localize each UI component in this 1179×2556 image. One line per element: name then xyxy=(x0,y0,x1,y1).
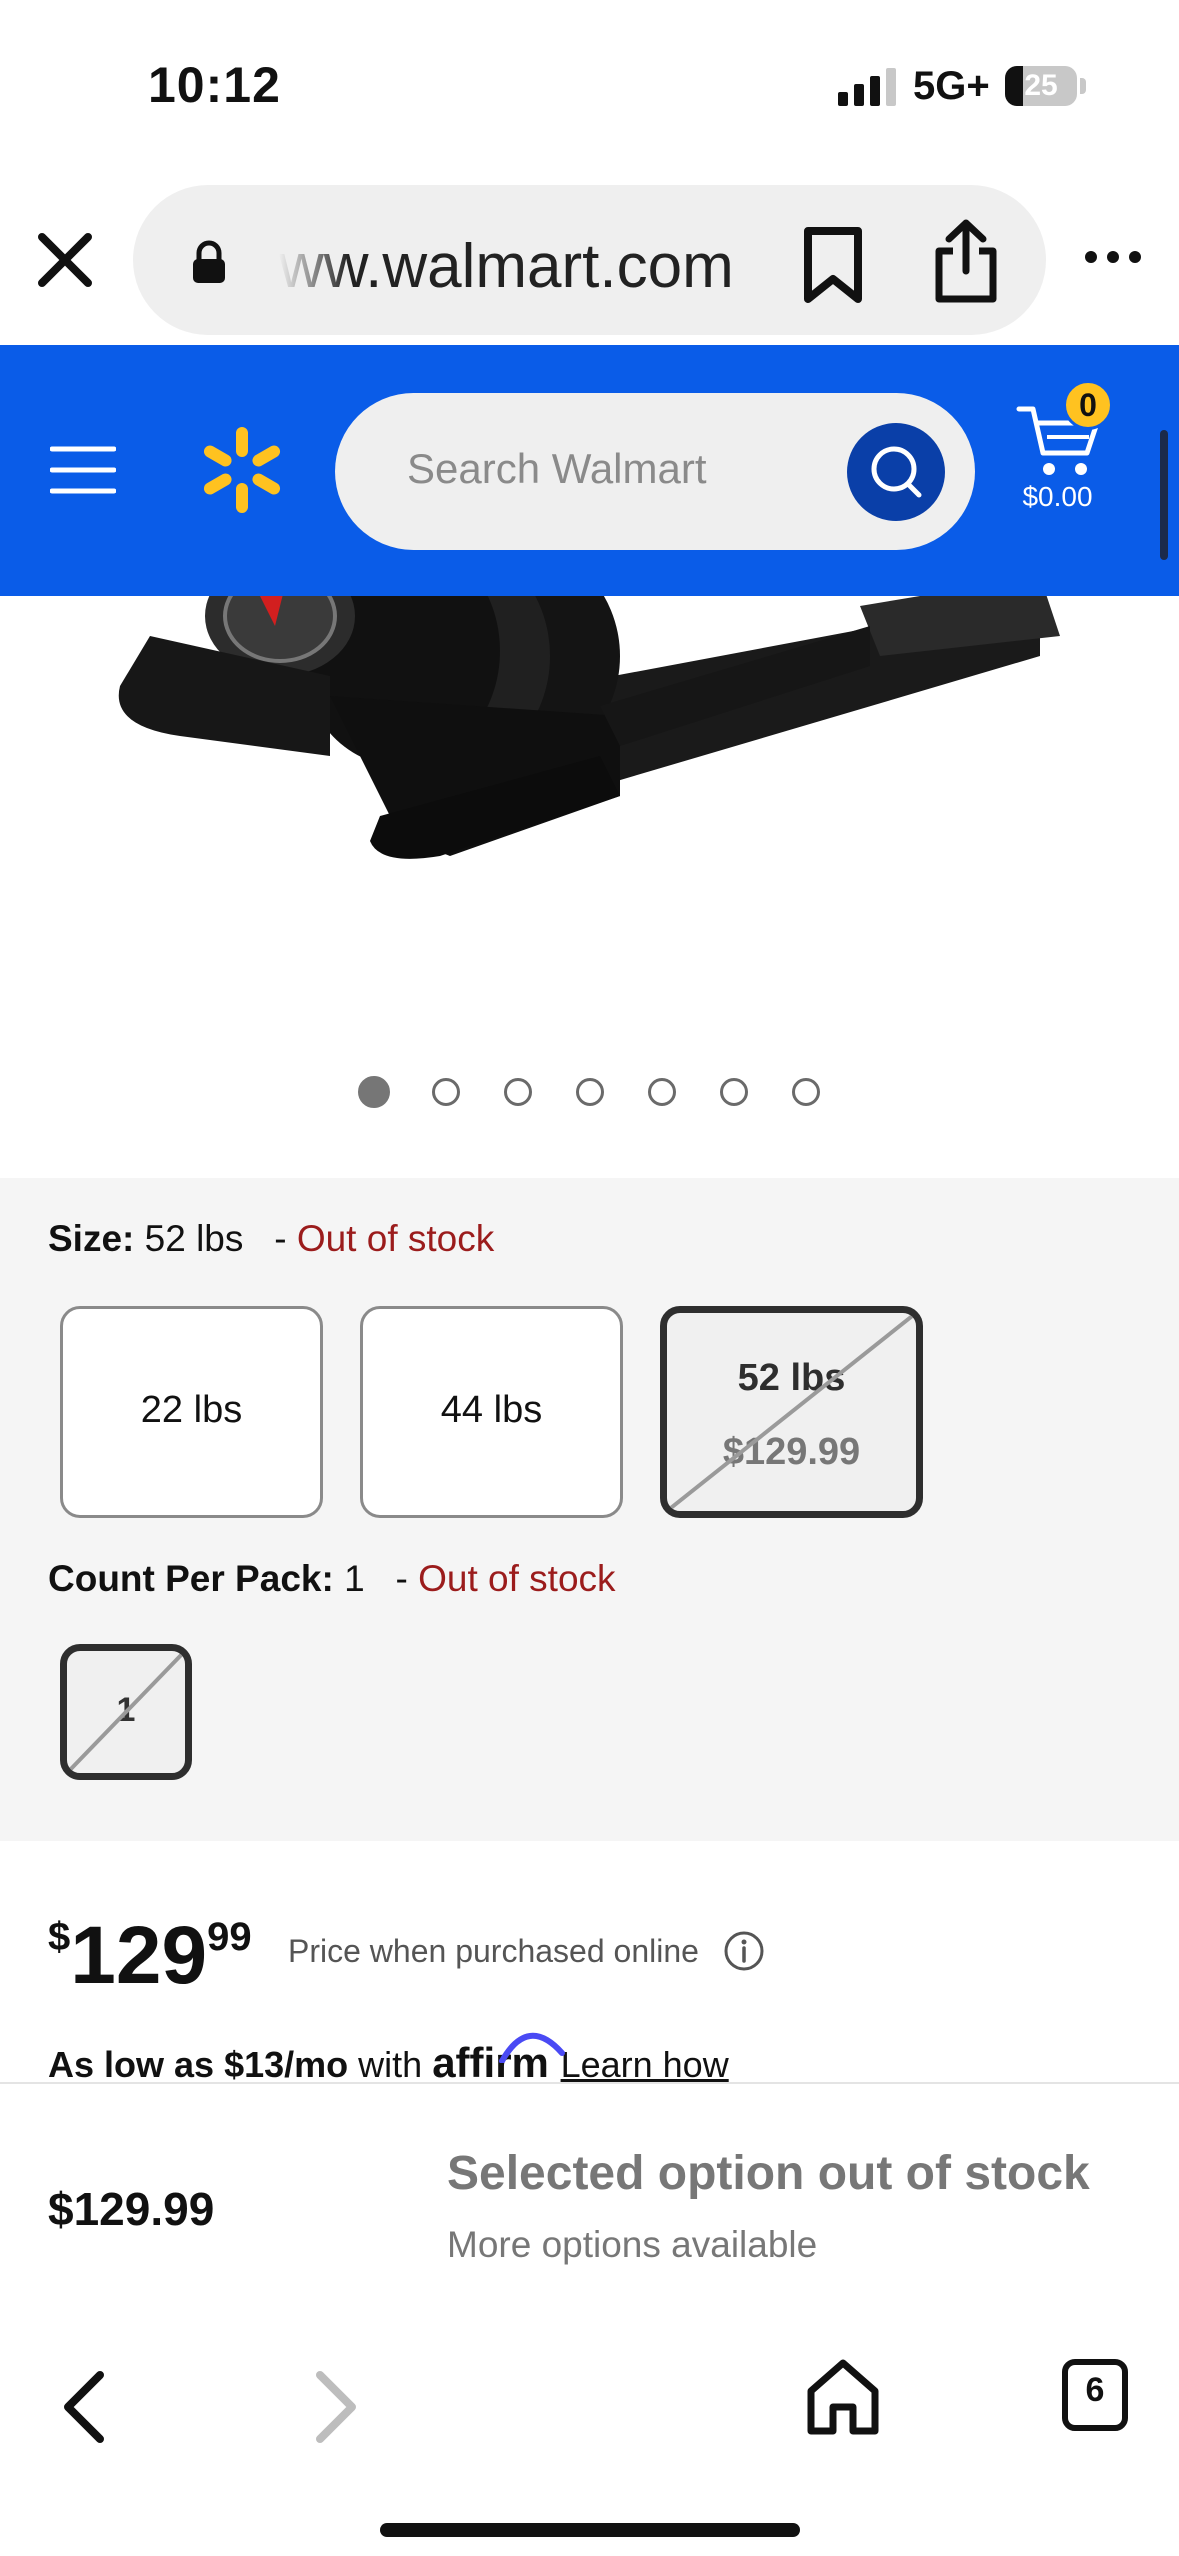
site-header: Search Walmart 0 $0.00 xyxy=(0,345,1179,596)
cart-count-badge[interactable]: 0 xyxy=(1063,380,1113,430)
scrollbar[interactable] xyxy=(1160,430,1168,560)
search-placeholder[interactable]: Search Walmart xyxy=(407,445,707,493)
size-option-52[interactable]: 52 lbs $129.99 xyxy=(660,1306,923,1518)
price-note: Price when purchased online xyxy=(288,1933,699,1969)
count-label-row: Count Per Pack: 1 - Out of stock xyxy=(48,1558,616,1600)
size-label: Size: xyxy=(48,1218,135,1259)
carousel-dots xyxy=(0,1076,1179,1118)
price-cents: 99 xyxy=(207,1915,252,1959)
affirm-row: As low as $13/mo with affirm Learn how xyxy=(48,2033,729,2087)
count-separator: - xyxy=(395,1558,408,1599)
carousel-dot[interactable] xyxy=(648,1078,676,1106)
size-value: 52 lbs xyxy=(144,1218,244,1259)
size-option-22[interactable]: 22 lbs xyxy=(60,1306,323,1518)
browser-bottom-nav: 6 xyxy=(0,2317,1179,2556)
close-icon[interactable] xyxy=(30,225,100,295)
battery-icon: 25 xyxy=(1005,66,1077,106)
network-label: 5G+ xyxy=(913,64,990,108)
tabs-count: 6 xyxy=(1085,2371,1105,2409)
more-icon[interactable] xyxy=(1083,247,1143,267)
info-icon[interactable] xyxy=(722,1929,766,1973)
back-icon[interactable] xyxy=(50,2357,120,2457)
tabs-button[interactable]: 6 xyxy=(1060,2357,1130,2433)
share-icon[interactable] xyxy=(929,215,1003,305)
unavailable-strike xyxy=(667,1313,916,1511)
learn-how-link[interactable]: Learn how xyxy=(561,2044,729,2085)
lock-icon xyxy=(193,240,225,283)
forward-icon[interactable] xyxy=(300,2357,370,2457)
price-section: $12999 Price when purchased online As lo… xyxy=(0,1841,1179,2086)
signal-icon xyxy=(838,68,898,106)
price-integer: 129 xyxy=(70,1910,208,2001)
cart-total[interactable]: $0.00 xyxy=(1000,481,1115,513)
affirm-with: with xyxy=(358,2044,423,2085)
current-price: $12999 xyxy=(48,1909,252,2003)
search-input[interactable]: Search Walmart xyxy=(335,393,975,550)
bookmark-icon[interactable] xyxy=(798,225,868,305)
hamburger-menu-icon[interactable] xyxy=(50,445,116,495)
carousel-dot[interactable] xyxy=(358,1076,390,1108)
size-option-label: 44 lbs xyxy=(440,1389,543,1431)
size-option-label: 22 lbs xyxy=(140,1389,243,1431)
home-icon[interactable] xyxy=(805,2355,881,2439)
price-dollar-sign: $ xyxy=(48,1915,71,1959)
carousel-dot[interactable] xyxy=(792,1078,820,1106)
size-stock-status: Out of stock xyxy=(296,1218,495,1259)
carousel-dot[interactable] xyxy=(504,1078,532,1106)
status-time: 10:12 xyxy=(148,57,281,113)
browser-bar: ww.walmart.com xyxy=(0,175,1179,345)
sticky-price: $129.99 xyxy=(48,2183,215,2235)
count-label: Count Per Pack: xyxy=(48,1558,334,1599)
search-icon xyxy=(871,446,922,498)
status-bar: 10:12 5G+ 25 xyxy=(0,0,1179,175)
battery-level: 25 xyxy=(1024,69,1058,102)
size-separator: - xyxy=(274,1218,287,1259)
sticky-purchase-bar: $129.99 Selected option out of stock Mor… xyxy=(0,2082,1179,2317)
out-of-stock-message: Selected option out of stock xyxy=(447,2147,1090,2200)
count-option-1[interactable]: 1 xyxy=(60,1644,192,1780)
walmart-spark-logo[interactable] xyxy=(200,425,284,515)
address-bar[interactable]: ww.walmart.com xyxy=(133,185,1046,335)
carousel-dot[interactable] xyxy=(432,1078,460,1106)
more-options-link[interactable]: More options available xyxy=(447,2224,817,2266)
affirm-monthly: As low as $13/mo xyxy=(48,2044,349,2085)
unavailable-strike xyxy=(67,1651,185,1773)
count-stock-status: Out of stock xyxy=(418,1558,616,1599)
size-label-row: Size: 52 lbs - Out of stock xyxy=(48,1218,494,1260)
count-value: 1 xyxy=(344,1558,365,1599)
size-option-44[interactable]: 44 lbs xyxy=(360,1306,623,1518)
carousel-dot[interactable] xyxy=(576,1078,604,1106)
carousel-dot[interactable] xyxy=(720,1078,748,1106)
search-button[interactable] xyxy=(847,423,945,521)
affirm-arc-icon xyxy=(499,2033,566,2063)
variant-section: Size: 52 lbs - Out of stock 22 lbs 44 lb… xyxy=(0,1178,1179,1841)
affirm-logo: affirm xyxy=(432,2033,566,2086)
home-indicator xyxy=(380,2523,800,2537)
